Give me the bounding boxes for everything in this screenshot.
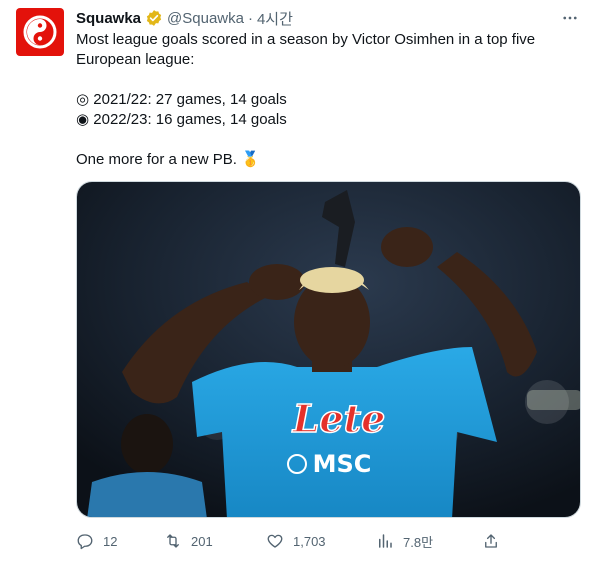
reply-button[interactable]: 12 [76,530,117,552]
reply-icon [77,534,93,550]
tweet-media-photo[interactable]: Lete MSC [76,181,581,518]
tweet-line: ◎ 2021/22: 27 games, 14 goals [76,91,287,108]
tweet-actions: 12 201 1,703 7.8만 [76,530,516,552]
more-icon[interactable] [560,8,580,28]
share-button[interactable] [482,530,500,552]
views-button[interactable]: 7.8만 [376,530,433,552]
verified-badge-icon[interactable] [145,9,163,27]
like-count: 1,703 [293,533,326,549]
retweet-count: 201 [191,533,213,549]
player-celebration-illustration: Lete MSC [77,182,580,517]
jersey-brand-text: MSC [313,450,372,478]
like-icon [267,534,283,548]
retweet-button[interactable]: 201 [164,530,213,552]
timestamp[interactable]: 4시간 [257,8,293,29]
retweet-icon [167,534,179,548]
tweet-text: Most league goals scored in a season by … [76,30,586,170]
tweet-line: Most league goals scored in a season by … [76,31,536,48]
views-count: 7.8만 [403,534,434,550]
share-icon [485,534,497,548]
like-button[interactable]: 1,703 [266,530,326,552]
avatar[interactable] [16,8,64,56]
author-name[interactable]: Squawka [76,10,141,27]
tweet-line-break [76,130,586,150]
tweet-line: European league: [76,51,195,68]
reply-count: 12 [103,533,118,549]
separator-dot: · [247,9,253,27]
tweet-header: Squawka @Squawka · 4시간 [76,8,584,28]
tweet-line: ◉ 2022/23: 16 games, 14 goals [76,111,287,128]
tweet-line-break [76,70,586,90]
tweet-line: One more for a new PB. 🥇 [76,151,260,168]
author-handle[interactable]: @Squawka [167,10,244,27]
jersey-sponsor-text: Lete [292,396,386,441]
squawka-logo-icon [23,15,57,49]
views-icon [379,534,392,548]
